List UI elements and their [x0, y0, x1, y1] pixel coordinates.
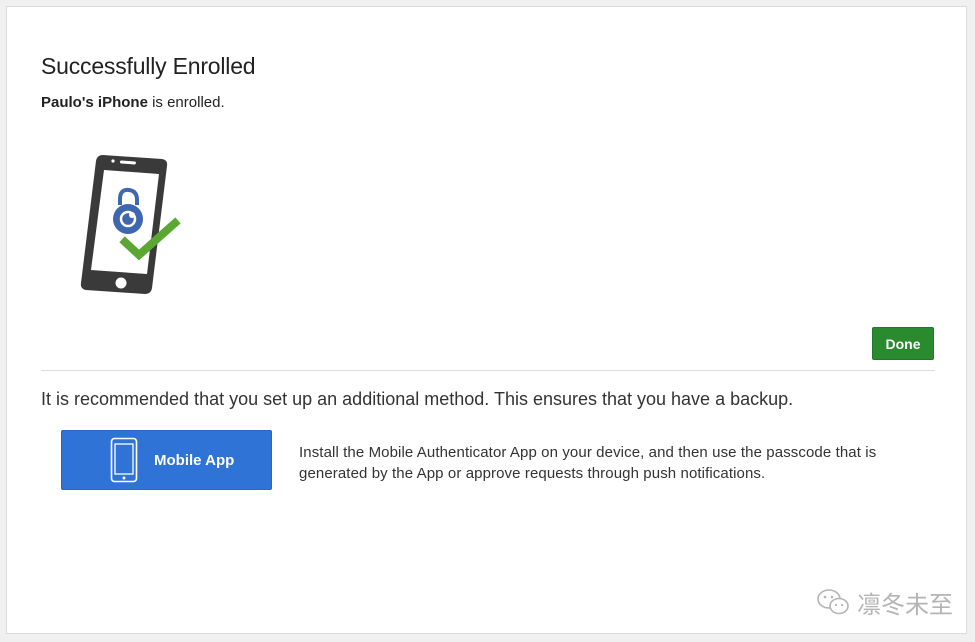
section-divider [41, 370, 935, 371]
page-title: Successfully Enrolled [41, 53, 256, 79]
enrolled-message: Paulo's iPhone is enrolled. [41, 94, 225, 111]
watermark: 凛冬未至 [815, 585, 953, 619]
mobile-app-label: Mobile App [154, 452, 235, 469]
enrolled-phone-illustration [80, 155, 181, 294]
mobile-app-method-button[interactable]: Mobile App [61, 430, 272, 490]
recommendation-text: It is recommended that you set up an add… [41, 389, 794, 409]
enrollment-card: Successfully Enrolled Paulo's iPhone is … [6, 6, 967, 634]
wechat-icon [817, 589, 849, 615]
mobile-app-description: Install the Mobile Authenticator App on … [299, 444, 877, 482]
done-button[interactable]: Done [872, 327, 934, 360]
device-name: Paulo's iPhone [41, 94, 148, 111]
watermark-text: 凛冬未至 [857, 590, 953, 619]
enrolled-suffix: is enrolled. [147, 94, 225, 111]
smartphone-icon [110, 437, 138, 483]
